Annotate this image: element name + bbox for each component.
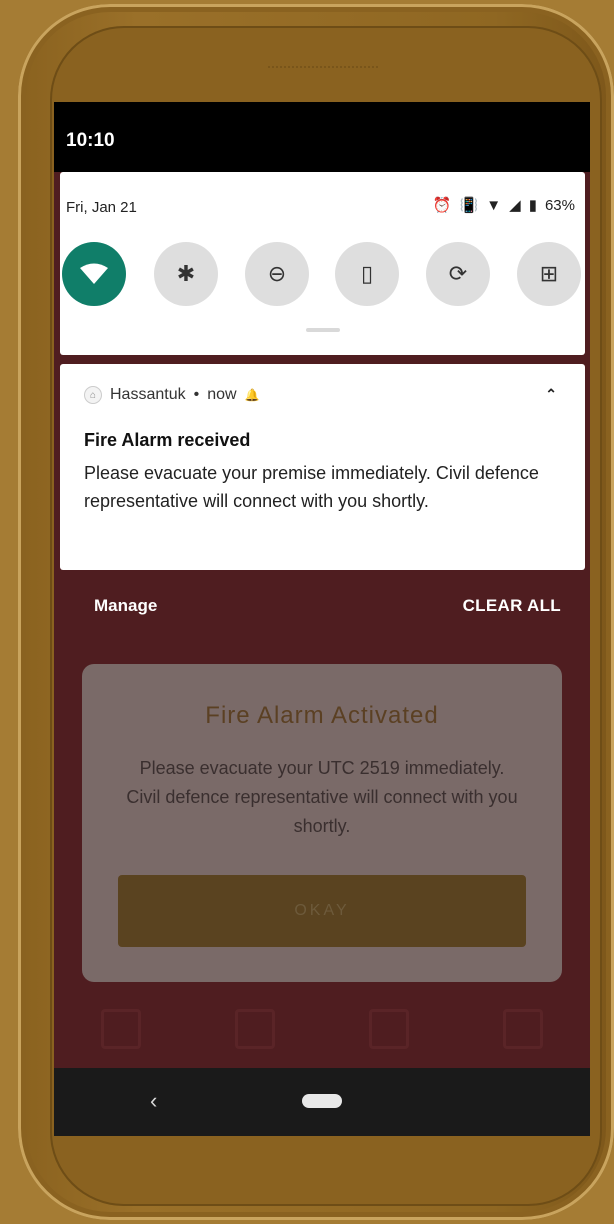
dialog-title: Fire Alarm Activated: [205, 702, 439, 729]
flashlight-icon: ▯: [360, 261, 374, 286]
notification-body: Please evacuate your premise immediately…: [84, 463, 539, 511]
qs-date: Fri, Jan 21: [66, 199, 137, 216]
notification-time: now: [207, 386, 237, 403]
notification-header: ⌂ Hassantuk • now 🔔: [84, 386, 260, 404]
wifi-tile[interactable]: [62, 242, 126, 306]
vibrate-icon: 📳: [459, 197, 479, 214]
clear-all-button[interactable]: CLEAR ALL: [463, 596, 561, 616]
battery-saver-tile[interactable]: ⊞: [517, 242, 581, 306]
alarm-dialog: Fire Alarm Activated Please evacuate you…: [82, 664, 562, 982]
notification-app-name: Hassantuk: [110, 386, 186, 403]
tab-icon[interactable]: [235, 1009, 275, 1049]
chevron-up-icon[interactable]: ⌃: [545, 386, 557, 403]
dialog-body: Please evacuate your UTC 2519 immediatel…: [126, 758, 518, 836]
signal-icon: ◢: [509, 197, 521, 214]
status-time: 10:10: [66, 130, 115, 151]
do-not-disturb-icon: ⊖: [267, 261, 287, 286]
flashlight-tile[interactable]: ▯: [335, 242, 399, 306]
system-nav-bar: ‹: [54, 1068, 590, 1136]
back-icon[interactable]: ‹: [150, 1088, 157, 1114]
device-background: 10:10 Fri, Jan 21 ⏰ 📳 ▼ ◢ ▮ 63% ✱ ⊖ ▯ ⟳ …: [0, 0, 614, 1224]
wifi-status-icon: ▼: [486, 196, 502, 214]
quick-settings-tiles: ✱ ⊖ ▯ ⟳ ⊞: [62, 242, 583, 308]
shade-actions: Manage CLEAR ALL: [54, 580, 590, 632]
screen: 10:10 Fri, Jan 21 ⏰ 📳 ▼ ◢ ▮ 63% ✱ ⊖ ▯ ⟳ …: [54, 102, 590, 1136]
speaker-grille: [268, 66, 378, 70]
bluetooth-icon: ✱: [176, 261, 196, 286]
status-icons: ⏰ 📳 ▼ ◢ ▮ 63%: [432, 196, 575, 215]
tab-icon[interactable]: [101, 1009, 141, 1049]
panel-drag-handle[interactable]: [306, 328, 340, 332]
app-icon: ⌂: [84, 386, 102, 404]
notification-title: Fire Alarm received: [84, 430, 251, 450]
home-pill[interactable]: [302, 1094, 342, 1108]
notification-card[interactable]: ⌂ Hassantuk • now 🔔 ⌃ Fire Alarm receive…: [60, 364, 585, 570]
rotate-tile[interactable]: ⟳: [426, 242, 490, 306]
okay-button[interactable]: OKAY: [118, 875, 526, 947]
app-tab-bar: [54, 990, 590, 1068]
bluetooth-tile[interactable]: ✱: [154, 242, 218, 306]
dnd-tile[interactable]: ⊖: [245, 242, 309, 306]
alert-bell-icon: 🔔: [244, 388, 260, 402]
status-bar: 10:10: [54, 102, 590, 172]
quick-settings-panel: Fri, Jan 21 ⏰ 📳 ▼ ◢ ▮ 63% ✱ ⊖ ▯ ⟳ ⊞: [60, 172, 585, 355]
manage-button[interactable]: Manage: [94, 596, 157, 616]
auto-rotate-icon: ⟳: [448, 261, 468, 286]
tab-icon[interactable]: [369, 1009, 409, 1049]
alarm-icon: ⏰: [432, 197, 452, 214]
battery-percent: 63%: [544, 196, 575, 214]
battery-saver-icon: ⊞: [539, 261, 559, 286]
wifi-icon: [80, 263, 108, 284]
tab-icon[interactable]: [503, 1009, 543, 1049]
battery-icon: ▮: [528, 197, 537, 214]
